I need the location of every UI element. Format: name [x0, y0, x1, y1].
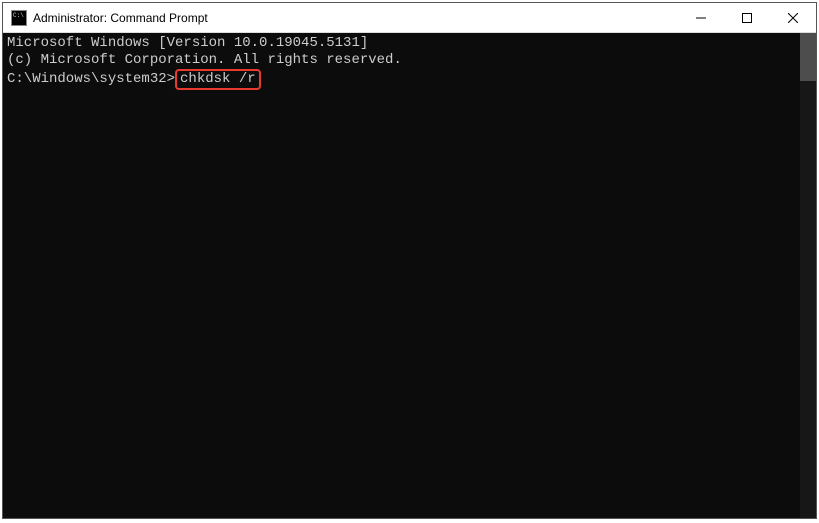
cmd-icon [11, 10, 27, 26]
maximize-button[interactable] [724, 3, 770, 32]
command-prompt-window: Administrator: Command Prompt Microsoft … [2, 2, 817, 519]
scrollbar-thumb[interactable] [800, 33, 816, 81]
terminal-area[interactable]: Microsoft Windows [Version 10.0.19045.51… [3, 33, 816, 518]
minimize-button[interactable] [678, 3, 724, 32]
command-text: chkdsk /r [180, 71, 256, 87]
close-button[interactable] [770, 3, 816, 32]
terminal-content[interactable]: Microsoft Windows [Version 10.0.19045.51… [3, 33, 800, 518]
vertical-scrollbar[interactable] [800, 33, 816, 518]
window-title: Administrator: Command Prompt [33, 11, 678, 25]
titlebar[interactable]: Administrator: Command Prompt [3, 3, 816, 33]
window-controls [678, 3, 816, 32]
terminal-line: Microsoft Windows [Version 10.0.19045.51… [7, 35, 796, 52]
prompt-text: C:\Windows\system32> [7, 71, 175, 87]
terminal-prompt-line: C:\Windows\system32> chkdsk /r [7, 69, 796, 90]
terminal-line: (c) Microsoft Corporation. All rights re… [7, 52, 796, 69]
command-highlight: chkdsk /r [175, 69, 261, 90]
